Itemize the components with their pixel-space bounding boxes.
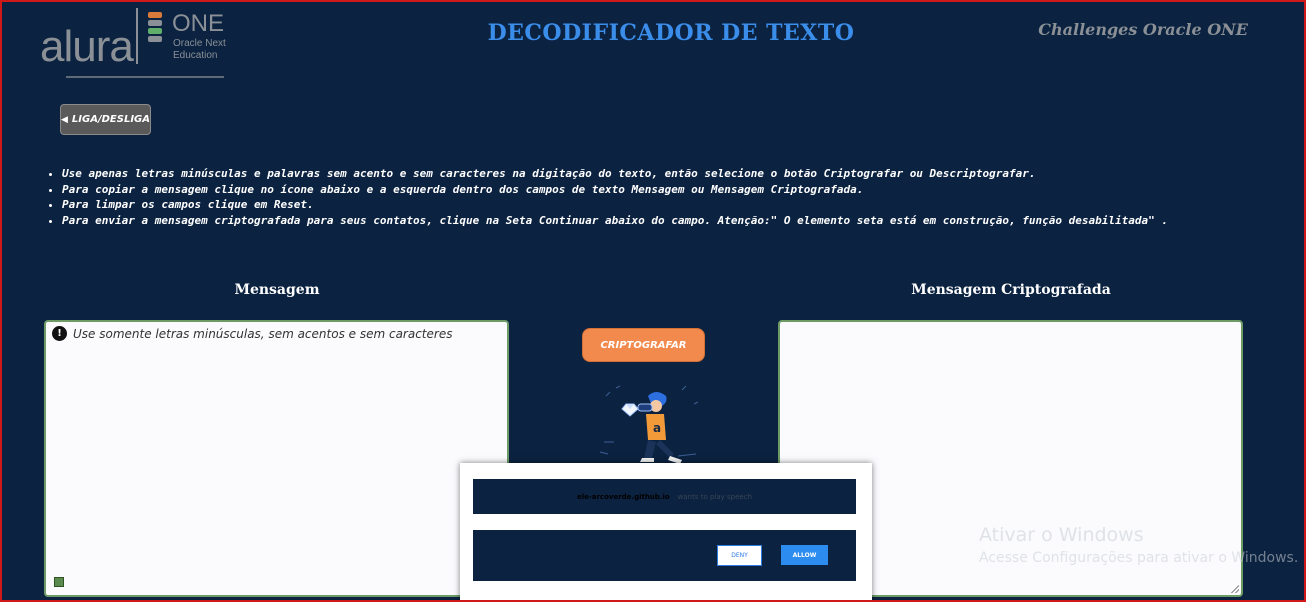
mensagem-placeholder: Use somente letras minúsculas, sem acent…: [73, 327, 453, 341]
speech-permission-dialog: ele-arcoverde.github.io wants to play sp…: [460, 463, 872, 602]
deny-button[interactable]: DENY: [717, 545, 762, 566]
instruction-item: Para limpar os campos clique em Reset.: [62, 197, 1262, 213]
copy-icon[interactable]: [54, 577, 64, 587]
instruction-item: Para enviar a mensagem criptografada par…: [62, 213, 1262, 229]
mensagem-criptografada-label: Mensagem Criptografada: [911, 282, 1111, 298]
criptografar-label: CRIPTOGRAFAR: [600, 339, 687, 351]
challenges-label: Challenges Oracle ONE: [1038, 20, 1248, 39]
mensagem-label: Mensagem: [234, 282, 320, 298]
resize-handle-icon[interactable]: [1231, 585, 1239, 593]
svg-text:a: a: [653, 421, 661, 435]
windows-activation-watermark: Ativar o Windows Acesse Configurações pa…: [979, 524, 1298, 566]
logo-underline: [66, 76, 224, 78]
instruction-item: Use apenas letras minúsculas e palavras …: [62, 166, 1262, 182]
watermark-title: Ativar o Windows: [979, 524, 1144, 546]
liga-desliga-button[interactable]: ◀ LIGA/DESLIGA: [60, 104, 151, 135]
liga-desliga-label: LIGA/DESLIGA: [71, 114, 150, 125]
dialog-message-row: ele-arcoverde.github.io wants to play sp…: [473, 479, 856, 514]
criptografar-button[interactable]: CRIPTOGRAFAR: [582, 328, 705, 362]
instruction-item: Para copiar a mensagem clique no ícone a…: [62, 182, 1262, 198]
exclamation-icon: !: [52, 326, 67, 341]
watermark-subtitle: Acesse Configurações para ativar o Windo…: [979, 550, 1299, 566]
dialog-site: ele-arcoverde.github.io: [576, 492, 670, 501]
dialog-message: wants to play speech: [677, 492, 753, 501]
instructions-list: Use apenas letras minúsculas e palavras …: [46, 166, 1262, 228]
person-with-binoculars-illustration: a: [599, 385, 699, 464]
mensagem-textarea[interactable]: ! Use somente letras minúsculas, sem ace…: [44, 320, 509, 597]
speaker-icon: ◀: [61, 114, 68, 125]
allow-button[interactable]: ALLOW: [781, 545, 828, 565]
dialog-buttons-row: DENY ALLOW: [473, 530, 856, 581]
